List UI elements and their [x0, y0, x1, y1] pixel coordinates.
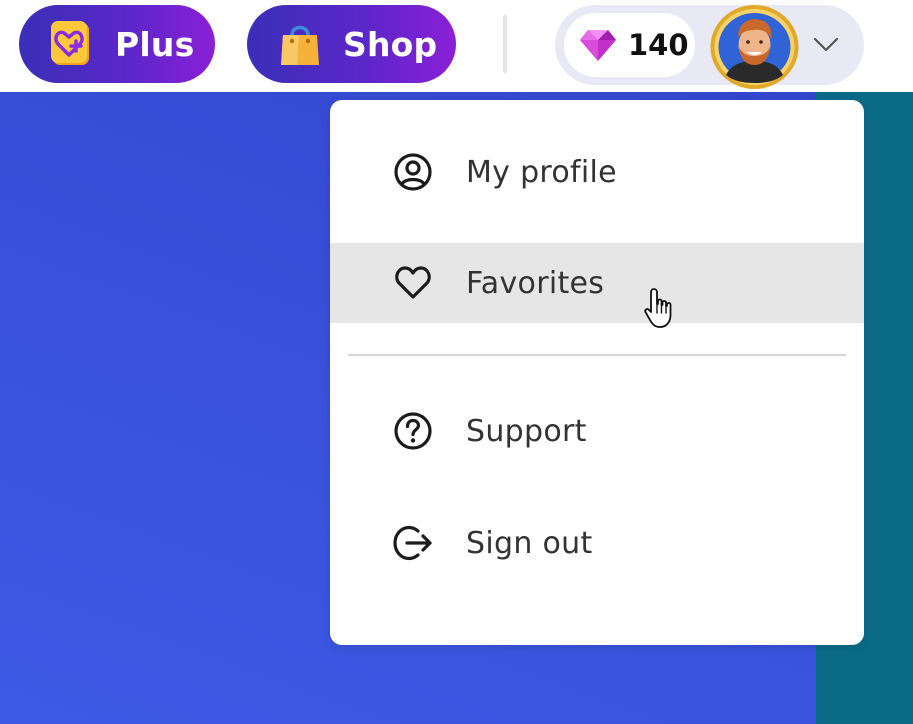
profile-icon	[392, 151, 434, 193]
menu-item-support[interactable]: Support	[330, 391, 864, 471]
menu-item-label: Favorites	[466, 265, 605, 301]
sign-out-icon	[392, 522, 434, 564]
avatar[interactable]	[708, 3, 801, 91]
top-bar: Plus Shop 140	[0, 0, 913, 92]
heart-icon	[392, 262, 434, 304]
menu-item-my-profile[interactable]: My profile	[330, 132, 864, 212]
menu-item-label: My profile	[466, 154, 617, 190]
gem-balance[interactable]: 140	[564, 13, 695, 77]
shopping-bag-icon	[277, 19, 323, 69]
shop-label: Shop	[343, 24, 438, 64]
menu-item-favorites[interactable]: Favorites	[330, 243, 864, 323]
plus-label: Plus	[115, 24, 195, 64]
menu-item-label: Support	[466, 413, 587, 449]
gem-icon	[578, 26, 618, 64]
shop-button[interactable]: Shop	[247, 5, 456, 83]
chevron-down-icon[interactable]	[811, 32, 841, 56]
toolbar-divider	[503, 15, 507, 73]
menu-item-sign-out[interactable]: Sign out	[330, 503, 864, 583]
menu-divider	[348, 354, 846, 356]
help-icon	[392, 410, 434, 452]
gem-count: 140	[628, 28, 689, 62]
menu-item-label: Sign out	[466, 525, 593, 561]
account-menu-toggle[interactable]: 140	[555, 5, 864, 89]
account-dropdown-menu: My profile Favorites Support Sign out	[330, 100, 864, 645]
plus-heart-icon	[49, 19, 95, 69]
page: Plus Shop 140 My profile Favorites Suppo…	[0, 0, 913, 724]
plus-button[interactable]: Plus	[19, 5, 215, 83]
